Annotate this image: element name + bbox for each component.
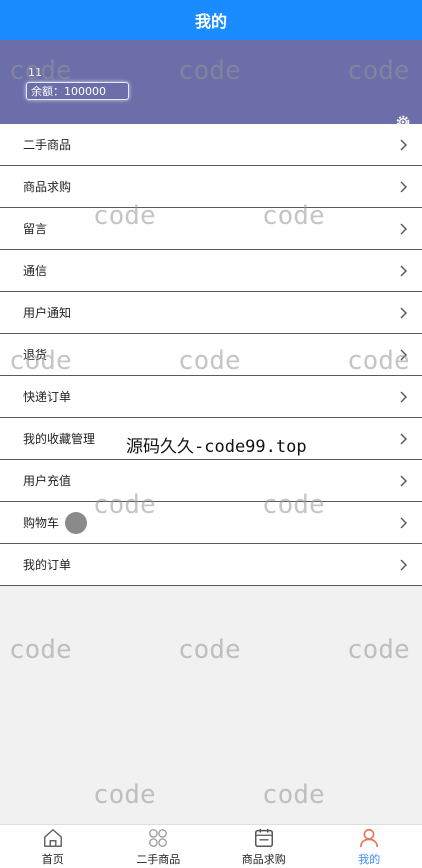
menu-item-label: 二手商品 [23,138,72,152]
chevron-right-icon [400,475,407,486]
menu-item-express-orders[interactable]: 快递订单 [0,376,422,418]
chevron-right-icon [400,559,407,570]
menu-item-label: 用户通知 [23,306,72,320]
cart-indicator-dot [65,511,88,534]
menu-item-cart[interactable]: 购物车 [0,502,422,544]
tab-used-goods[interactable]: 二手商品 [106,825,212,868]
menu-item-label: 购物车 [23,516,60,530]
tab-label: 商品求购 [241,853,286,866]
tab-mine[interactable]: 我的 [317,825,422,868]
menu-item-label: 我的订单 [23,558,72,572]
chevron-right-icon [400,391,407,402]
watermark: code [347,635,410,665]
menu-item-label: 商品求购 [23,180,72,194]
chevron-right-icon [400,223,407,234]
menu-list: 二手商品 商品求购 留言 通信 用户通知 退货 快递订单 我的收藏管理 用户充值… [0,124,422,586]
balance-badge: 余额：100000 [26,82,129,100]
calendar-icon [254,828,273,847]
menu-item-label: 用户充值 [23,474,72,488]
chevron-right-icon [400,307,407,318]
menu-item-user-notices[interactable]: 用户通知 [0,292,422,334]
watermark: code [93,780,156,810]
tab-home[interactable]: 首页 [0,825,106,868]
menu-item-label: 我的收藏管理 [23,432,96,446]
menu-item-label: 快递订单 [23,390,72,404]
home-icon [43,829,62,847]
menu-item-label: 通信 [23,264,48,278]
chevron-right-icon [400,181,407,192]
chevron-right-icon [400,349,407,360]
tab-label: 首页 [41,853,64,866]
menu-item-label: 退货 [23,348,48,362]
watermark: code [9,635,72,665]
menu-item-goods-wanted[interactable]: 商品求购 [0,166,422,208]
user-icon [360,828,379,848]
site-overlay-text: 源码久久-code99.top [126,437,307,457]
menu-item-recharge[interactable]: 用户充值 [0,460,422,502]
profile-banner: 11 余额：100000 [0,40,422,129]
page-header: 我的 [0,0,422,40]
menu-item-used-goods[interactable]: 二手商品 [0,124,422,166]
menu-item-messages[interactable]: 留言 [0,208,422,250]
bottom-tab-bar: 首页 二手商品 商品求购 我的 [0,824,422,868]
tab-label: 二手商品 [136,853,181,866]
menu-item-label: 留言 [23,222,48,236]
menu-item-my-orders[interactable]: 我的订单 [0,544,422,586]
username: 11 [28,66,42,79]
grid-icon [149,829,168,847]
tab-goods-wanted[interactable]: 商品求购 [211,825,317,868]
menu-item-returns[interactable]: 退货 [0,334,422,376]
chevron-right-icon [400,517,407,528]
chevron-right-icon [400,265,407,276]
tab-label: 我的 [358,853,381,866]
menu-item-communication[interactable]: 通信 [0,250,422,292]
chevron-right-icon [400,139,407,150]
watermark: code [178,635,241,665]
page-title: 我的 [194,12,227,31]
watermark: code [262,780,325,810]
chevron-right-icon [400,433,407,444]
